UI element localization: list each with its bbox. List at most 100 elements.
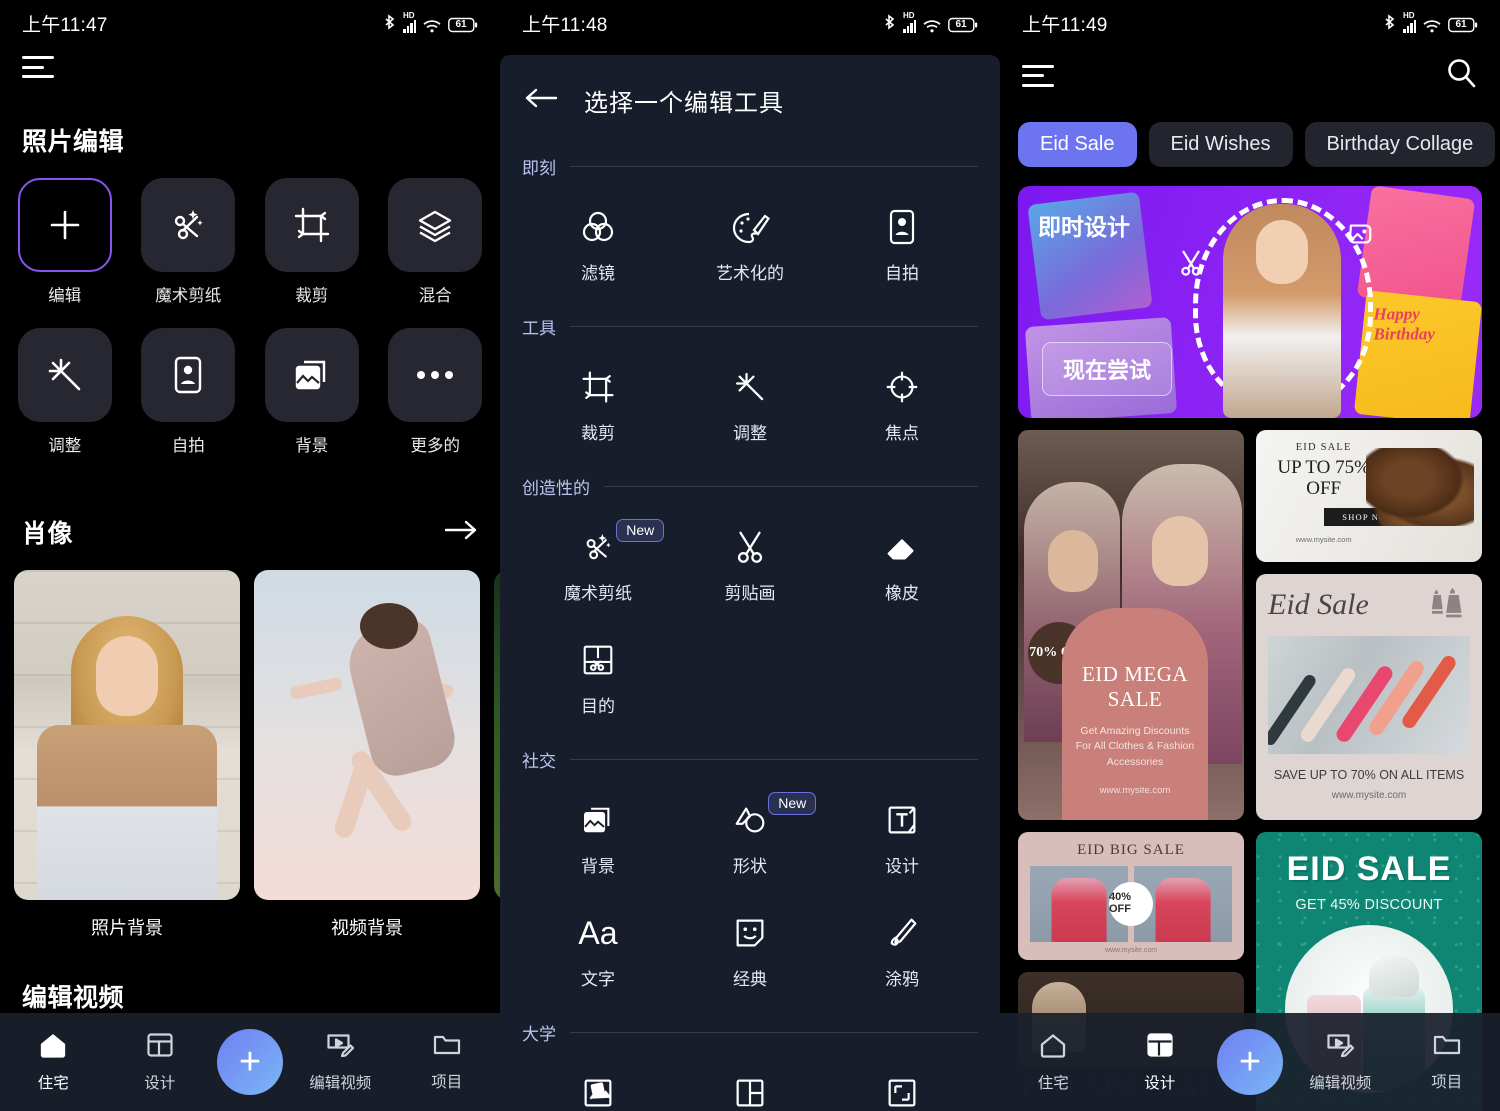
create-fab-button[interactable]: +: [217, 1029, 283, 1095]
tool-more[interactable]: 更多的: [385, 328, 487, 456]
card-title: EID BIG SALE: [1077, 842, 1185, 858]
background-image-icon: [579, 800, 617, 840]
tool-magic-cutout[interactable]: 魔术剪纸: [138, 178, 240, 306]
portrait-caption: 视频背景: [331, 918, 403, 938]
hamburger-menu-icon[interactable]: [1022, 64, 1058, 87]
template-masonry-grid: 70% OFF EID MEGA SALE Get Amazing Discou…: [1018, 430, 1482, 1111]
tool-purpose[interactable]: 目的: [522, 618, 674, 725]
group-creative: 创造性的 New 魔术剪纸 剪贴画 橡皮 目的: [500, 474, 1000, 725]
chip-birthday-collage[interactable]: Birthday Collage: [1304, 122, 1496, 167]
template-card-eid-mega-sale[interactable]: 70% OFF EID MEGA SALE Get Amazing Discou…: [1018, 430, 1244, 820]
photo-edit-section-title: 照片编辑: [22, 128, 125, 156]
shapes-icon: [731, 800, 769, 840]
crop-icon: [264, 178, 359, 272]
hamburger-menu-icon[interactable]: [22, 56, 58, 78]
tab-edit-video[interactable]: 编辑视频: [287, 1031, 394, 1093]
status-icons: HD 61: [1383, 11, 1478, 33]
tab-home[interactable]: 住宅: [1000, 1031, 1107, 1093]
tab-design[interactable]: 设计: [1107, 1031, 1214, 1093]
tool-freestyle[interactable]: 自由式: [522, 1051, 674, 1111]
tool-label: 滤镜: [581, 264, 615, 283]
category-chip-row[interactable]: Eid Sale Eid Wishes Birthday Collage Pro: [1000, 122, 1500, 167]
divider: [570, 166, 978, 167]
tab-label: 项目: [1431, 1074, 1463, 1091]
divider: [570, 1032, 978, 1033]
tool-crop[interactable]: 裁剪: [522, 345, 674, 452]
create-fab-button[interactable]: +: [1217, 1029, 1283, 1095]
three-screenshot-collage: 上午11:47 HD 61 照片编辑 编辑 魔术剪纸 裁剪 混合 调整 自拍 背…: [0, 0, 1500, 1111]
tool-focus[interactable]: 焦点: [826, 345, 978, 452]
tool-design[interactable]: 设计: [826, 778, 978, 885]
tool-adjust[interactable]: 调整: [14, 328, 116, 456]
template-card-up-to-75-off[interactable]: EID SALE UP TO 75% OFF SHOP NOW www.mysi…: [1256, 430, 1482, 562]
card-url: www.mysite.com: [1331, 790, 1407, 801]
tab-home[interactable]: 住宅: [0, 1031, 107, 1093]
arrow-right-icon[interactable]: [444, 517, 478, 547]
p1-header: [0, 56, 500, 78]
search-icon[interactable]: [1444, 56, 1478, 95]
card-subtitle: Get Amazing Discounts For All Clothes & …: [1075, 724, 1195, 769]
tool-background[interactable]: 背景: [261, 328, 363, 456]
portrait-carousel[interactable]: 照片背景 视频背景: [14, 570, 500, 940]
template-card-eid-big-sale[interactable]: EID BIG SALE 40% OFF www.mysite.com: [1018, 832, 1244, 960]
tool-artistic[interactable]: 艺术化的: [674, 185, 826, 292]
scissors-icon: [731, 527, 769, 567]
tab-projects[interactable]: 项目: [394, 1032, 501, 1092]
eraser-icon: [883, 527, 921, 567]
design-layout-icon: [146, 1031, 174, 1064]
tool-magic-cutout[interactable]: New 魔术剪纸: [522, 505, 674, 612]
wifi-icon: [423, 19, 441, 33]
status-icons: HD 61: [383, 11, 478, 33]
portrait-card[interactable]: 视频背景: [254, 570, 480, 940]
tab-label: 设计: [1144, 1075, 1176, 1092]
arrow-left-icon[interactable]: [524, 86, 558, 115]
blend-layers-icon: [388, 178, 483, 272]
plus-icon: +: [1238, 1041, 1262, 1083]
tool-label: 设计: [885, 857, 919, 876]
tab-label: 住宅: [1037, 1075, 1069, 1092]
template-card-eid-sale-cosmetics[interactable]: Eid Sale SAVE UP TO 70% ON ALL ITEMS www…: [1256, 574, 1482, 820]
status-time: 上午11:47: [22, 14, 108, 36]
tool-clipart[interactable]: 剪贴画: [674, 505, 826, 612]
chip-eid-wishes[interactable]: Eid Wishes: [1148, 122, 1293, 167]
chip-eid-sale[interactable]: Eid Sale: [1018, 122, 1137, 167]
group-label: 工具: [522, 319, 556, 338]
tab-design[interactable]: 设计: [107, 1031, 214, 1093]
tab-edit-video[interactable]: 编辑视频: [1287, 1031, 1394, 1093]
tool-shapes[interactable]: New 形状: [674, 778, 826, 885]
tool-adjust[interactable]: 调整: [674, 345, 826, 452]
tool-crop[interactable]: 裁剪: [261, 178, 363, 306]
scissors-icon: [1176, 248, 1206, 283]
tool-sticker[interactable]: 经典: [674, 891, 826, 998]
tool-label: 橡皮: [885, 584, 919, 603]
tool-selfie[interactable]: 自拍: [138, 328, 240, 456]
tool-edit[interactable]: 编辑: [14, 178, 116, 306]
portrait-card[interactable]: 照片背景: [14, 570, 240, 940]
tab-projects[interactable]: 项目: [1394, 1032, 1500, 1092]
signal-icon: HD: [903, 11, 916, 33]
selfie-portrait-icon: [141, 328, 236, 422]
battery-icon: 61: [448, 17, 478, 33]
card-url: www.mysite.com: [1104, 947, 1158, 954]
tool-grid[interactable]: 格: [674, 1051, 826, 1111]
doodle-pen-icon: [883, 913, 921, 953]
folder-icon: [1432, 1032, 1462, 1063]
tool-frame[interactable]: 框架: [826, 1051, 978, 1111]
tool-blend[interactable]: 混合: [385, 178, 487, 306]
tool-label: 魔术剪纸: [155, 287, 222, 305]
tool-eraser[interactable]: 橡皮: [826, 505, 978, 612]
group-social: 社交 背景 New 形状 设计 Aa 文字 经典 涂鸦: [500, 747, 1000, 998]
tool-background[interactable]: 背景: [522, 778, 674, 885]
home-icon: [1038, 1031, 1068, 1064]
tool-doodle[interactable]: 涂鸦: [826, 891, 978, 998]
tool-filter[interactable]: 滤镜: [522, 185, 674, 292]
p3-header: [1000, 56, 1500, 95]
hero-card-text: Happy Birthday: [1373, 304, 1435, 344]
hero-banner[interactable]: Happy Birthday 即时设计 现在尝试: [1018, 186, 1482, 418]
hero-try-now-button[interactable]: 现在尝试: [1042, 342, 1173, 396]
tool-text[interactable]: Aa 文字: [522, 891, 674, 998]
tool-selfie[interactable]: 自拍: [826, 185, 978, 292]
video-section-title: 编辑视频: [22, 984, 125, 1012]
card-subtitle: SAVE UP TO 70% ON ALL ITEMS: [1273, 768, 1465, 782]
cutout-frame-icon: [579, 640, 617, 680]
